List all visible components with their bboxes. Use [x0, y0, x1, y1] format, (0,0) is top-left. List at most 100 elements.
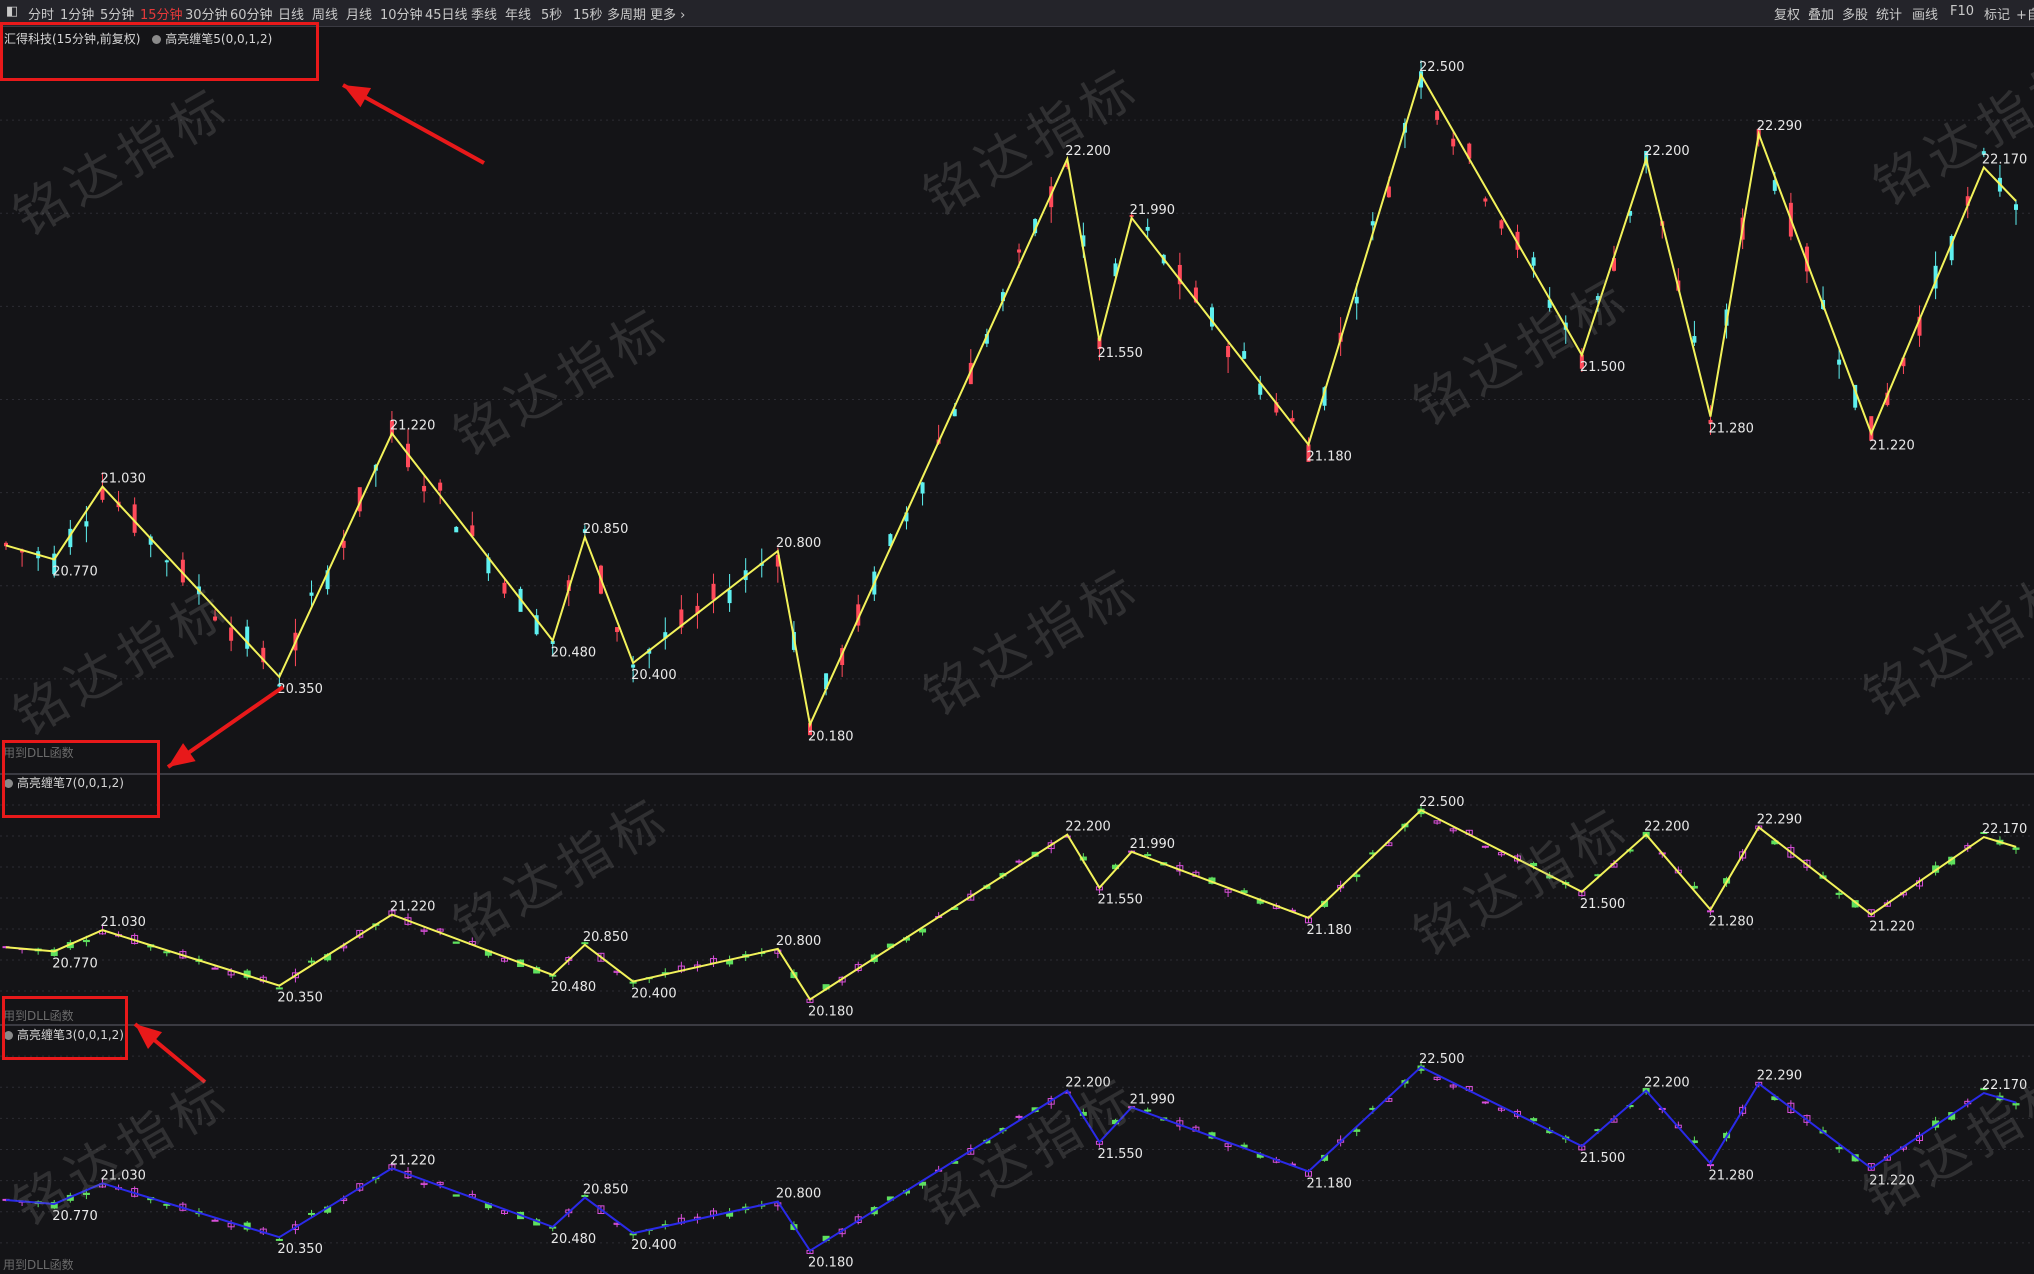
- period-tab-0[interactable]: 分时: [28, 4, 54, 23]
- sub1-pane: 20.770 21.030 20.350 21.220 20.480 20.850 20.4…: [0, 773, 2034, 1019]
- candle-body: [1595, 296, 1600, 301]
- pivot-label: 21.030: [100, 472, 146, 487]
- period-tab-16[interactable]: 更多 ›: [650, 4, 685, 23]
- toolbar-tool-3[interactable]: 统计: [1876, 4, 1902, 23]
- pivot-label: 20.400: [631, 668, 677, 683]
- candle-body: [164, 560, 169, 563]
- pivot-label: 20.850: [583, 1183, 629, 1198]
- pivot-label: 20.350: [277, 991, 323, 1006]
- callout-arrow-main: [342, 83, 485, 165]
- toolbar-tool-7[interactable]: +自: [2016, 4, 2034, 23]
- main-pane: 20.770 21.030 20.350 21.220 20.480 20.850 20.4…: [0, 60, 2034, 745]
- candle-body: [275, 1238, 283, 1241]
- period-tab-7[interactable]: 周线: [312, 4, 338, 23]
- pivot-label: 21.990: [1130, 203, 1176, 218]
- period-tab-12[interactable]: 年线: [505, 4, 531, 23]
- period-tab-2[interactable]: 5分钟: [100, 4, 134, 23]
- period-tab-3[interactable]: 15分钟: [140, 4, 183, 23]
- pivot-label: 20.850: [583, 522, 629, 537]
- candle-body: [631, 664, 636, 668]
- pivot-label: 21.220: [390, 1153, 436, 1168]
- toolbar-tool-1[interactable]: 叠加: [1808, 4, 1834, 23]
- candle-body: [1483, 198, 1488, 202]
- candle-body: [1290, 418, 1295, 422]
- pivot-label: 21.220: [390, 900, 436, 915]
- toolbar-tool-4[interactable]: 画线: [1912, 4, 1938, 23]
- pivot-label: 22.170: [1982, 1078, 2028, 1093]
- pivot-label: 22.200: [1065, 1076, 1111, 1091]
- period-tab-11[interactable]: 季线: [471, 4, 497, 23]
- pivot-label: 20.770: [52, 956, 98, 971]
- pivot-label: 20.180: [808, 730, 854, 745]
- callout-box-sub1: [2, 740, 160, 818]
- pivot-label: 20.400: [631, 1238, 677, 1253]
- candle-body: [1353, 1129, 1361, 1132]
- pivot-label: 21.500: [1580, 897, 1626, 912]
- period-tab-9[interactable]: 10分钟: [380, 4, 423, 23]
- candle-body: [1531, 257, 1536, 266]
- pivot-label: 20.480: [551, 980, 597, 995]
- period-tab-4[interactable]: 30分钟: [185, 4, 228, 23]
- candle-body: [454, 526, 459, 533]
- period-tab-6[interactable]: 日线: [278, 4, 304, 23]
- period-tab-15[interactable]: 多周期: [607, 4, 646, 23]
- candle-body: [211, 967, 219, 970]
- candle-body: [1370, 221, 1375, 226]
- period-tab-1[interactable]: 1分钟: [60, 4, 94, 23]
- arrow-head: [168, 743, 196, 767]
- pivot-label: 20.400: [631, 987, 677, 1002]
- period-tab-13[interactable]: 5秒: [541, 4, 562, 23]
- pivot-label: 21.220: [390, 418, 436, 433]
- pivot-label: 22.170: [1982, 152, 2028, 167]
- candle-body: [245, 626, 250, 649]
- toolbar-tool-6[interactable]: 标记: [1984, 4, 2010, 23]
- candle-body: [438, 482, 443, 491]
- pivot-label: 20.850: [583, 930, 629, 945]
- candle-body: [309, 592, 314, 596]
- chan-stroke-line: [5, 808, 2017, 1001]
- candle-body: [1015, 1115, 1023, 1118]
- candle-body: [1144, 854, 1152, 857]
- pivot-label: 20.770: [52, 1209, 98, 1224]
- candle-body: [84, 521, 89, 527]
- candle-body: [1226, 345, 1231, 358]
- candle-body: [1353, 874, 1361, 878]
- candle-body: [1145, 226, 1150, 231]
- period-tab-5[interactable]: 60分钟: [230, 4, 273, 23]
- pivot-label: 22.200: [1065, 820, 1111, 835]
- candle-body: [1017, 249, 1022, 253]
- pivot-label: 21.030: [100, 1168, 146, 1183]
- pivot-label: 22.290: [1757, 812, 1803, 827]
- candle-body: [1835, 1147, 1843, 1150]
- pivot-label: 21.280: [1708, 1169, 1754, 1184]
- candle-body: [422, 485, 427, 492]
- period-tab-8[interactable]: 月线: [346, 4, 372, 23]
- sub2-pane: 20.770 21.030 20.350 21.220 20.480 20.850 20.4…: [0, 1024, 2034, 1271]
- candle-body: [1354, 296, 1359, 304]
- pivot-label: 20.800: [776, 934, 822, 949]
- candle-body: [452, 941, 460, 944]
- pivot-label: 22.200: [1644, 820, 1690, 835]
- pivot-label: 21.180: [1306, 1176, 1352, 1191]
- candle-body: [100, 487, 105, 500]
- chart-area: 20.770 21.030 20.350 21.220 20.480 20.850 20.4…: [0, 60, 2034, 1271]
- layout-toggle-icon[interactable]: ◧: [6, 4, 18, 19]
- toolbar-tool-0[interactable]: 复权: [1774, 4, 1800, 23]
- period-tab-10[interactable]: 45日线: [425, 4, 468, 23]
- pivot-label: 21.550: [1097, 346, 1143, 361]
- candle-body: [615, 627, 620, 633]
- candle-body: [1435, 111, 1440, 120]
- toolbar-tool-5[interactable]: F10: [1950, 4, 1974, 19]
- pivot-label: 20.350: [277, 682, 323, 697]
- pivot-label: 22.290: [1757, 1069, 1803, 1084]
- pivot-label: 22.170: [1982, 822, 2028, 837]
- callout-arrow-sub1: [166, 685, 285, 769]
- pivot-label: 21.500: [1580, 360, 1626, 375]
- pivot-label: 21.280: [1708, 422, 1754, 437]
- callout-box-sub2: [2, 996, 128, 1060]
- pivot-label: 20.350: [277, 1242, 323, 1257]
- pivot-label: 21.220: [1869, 920, 1915, 935]
- candle-body: [275, 987, 283, 990]
- period-tab-14[interactable]: 15秒: [573, 4, 603, 23]
- toolbar-tool-2[interactable]: 多股: [1842, 4, 1868, 23]
